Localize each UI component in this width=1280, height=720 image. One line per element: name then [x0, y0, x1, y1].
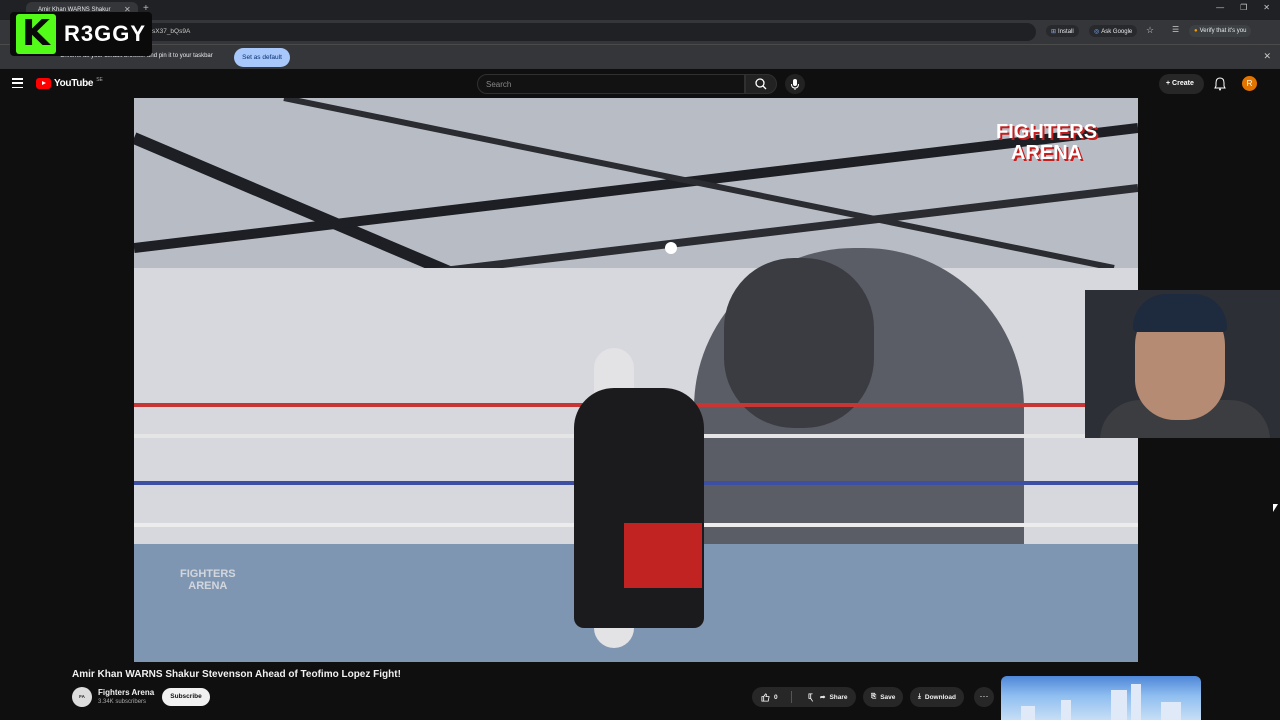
search-placeholder: Search [486, 80, 512, 89]
search-button[interactable] [745, 74, 777, 94]
minimize-icon[interactable]: — [1216, 3, 1224, 12]
download-button[interactable]: ⤓ Download [910, 687, 964, 707]
region-code: SE [96, 76, 103, 83]
infobar-close-icon[interactable]: ✕ [1263, 51, 1271, 62]
voice-search-button[interactable] [785, 74, 805, 94]
search-input[interactable]: Search [477, 74, 745, 94]
window-controls: — ❐ ✕ [1216, 3, 1270, 12]
webcam-overlay [1085, 290, 1280, 438]
verify-label: Verify that it's you [1199, 28, 1247, 34]
set-default-button[interactable]: Set as default [234, 48, 290, 67]
save-label: Save [880, 693, 896, 701]
verify-button[interactable]: ● Verify that it's you [1189, 25, 1252, 37]
subscribe-button[interactable]: Subscribe [162, 688, 210, 706]
like-button[interactable]: 0 [752, 692, 787, 702]
address-bar[interactable]: sX37_bQs9A [56, 23, 1036, 41]
youtube-play-icon [36, 78, 51, 89]
youtube-wordmark: YouTube [54, 78, 94, 89]
thumbnail-building [1021, 706, 1035, 720]
suggested-video-thumbnail[interactable] [1001, 676, 1201, 720]
thumbnail-building [1061, 700, 1071, 720]
fighters-arena-small-watermark: FIGHTERS ARENA [180, 568, 236, 592]
bookmark-star-icon[interactable]: ☆ [1146, 25, 1154, 36]
browser-tab-strip: Amir Khan WARNS Shakur ✕ + — ❐ ✕ [0, 0, 1280, 20]
notifications-bell-icon[interactable] [1214, 77, 1226, 91]
close-window-icon[interactable]: ✕ [1263, 3, 1270, 12]
tab-search-icon[interactable]: ☰ [1172, 25, 1179, 34]
ask-google-label: Ask Google [1101, 29, 1133, 35]
like-count: 0 [773, 693, 778, 701]
thumbnail-building [1161, 702, 1181, 720]
download-label: Download [924, 693, 956, 701]
create-button[interactable]: + Create [1159, 74, 1204, 94]
thumbnail-building [1131, 684, 1141, 720]
search-icon [755, 78, 767, 90]
kick-logo-icon: K [16, 14, 56, 54]
thumbs-up-icon [761, 692, 770, 702]
lens-icon: ◎ [1094, 29, 1100, 35]
install-button[interactable]: ⊞ Install [1046, 25, 1079, 37]
streamer-name: R3GGY [64, 21, 147, 46]
webcam-person-cap [1133, 294, 1227, 332]
watermark-line-1: FIGHTERS [996, 121, 1098, 143]
share-label: Share [829, 693, 848, 701]
ask-google-button[interactable]: ◎ Ask Google [1089, 25, 1138, 37]
small-watermark-line-2: ARENA [188, 580, 228, 592]
save-button[interactable]: ⎘ Save [863, 687, 904, 707]
channel-name[interactable]: Fighters Arena [98, 688, 154, 697]
address-bar-url: sX37_bQs9A [152, 28, 191, 35]
stream-logo-overlay: K R3GGY [10, 12, 152, 56]
create-label: Create [1172, 80, 1194, 87]
boxer-red-shorts [624, 523, 702, 588]
profile-alert-icon: ● [1194, 28, 1198, 34]
account-avatar[interactable]: R [1242, 76, 1257, 91]
install-label: Install [1058, 29, 1074, 35]
microphone-icon [791, 79, 799, 90]
save-icon: ⎘ [871, 693, 877, 700]
default-browser-infobar: Chrome as your default browser and pin i… [0, 44, 1280, 69]
small-watermark-line-1: FIGHTERS [180, 568, 236, 580]
share-button[interactable]: ➦ Share [812, 687, 856, 707]
youtube-header: YouTube SE Search + Create R [0, 70, 1280, 98]
restore-icon[interactable]: ❐ [1240, 3, 1247, 12]
mouse-cursor-icon [1273, 504, 1278, 512]
like-divider [790, 691, 792, 703]
install-icon: ⊞ [1051, 29, 1057, 35]
watermark-line-2: ARENA [1011, 142, 1083, 164]
video-title: Amir Khan WARNS Shakur Stevenson Ahead o… [72, 669, 401, 680]
thumbnail-building [1111, 690, 1127, 720]
subscriber-count: 3.34K subscribers [98, 699, 147, 705]
share-icon: ➦ [820, 694, 826, 701]
channel-avatar[interactable]: FA [72, 687, 92, 707]
browser-toolbar: sX37_bQs9A [0, 20, 1280, 44]
boxer-black [574, 388, 704, 628]
fighters-arena-watermark: FIGHTERS ARENA [996, 122, 1097, 164]
download-icon: ⤓ [918, 693, 921, 700]
video-player[interactable]: FIGHTERS ARENA FIGHTERS ARENA [134, 98, 1138, 662]
more-actions-icon[interactable]: ⋯ [974, 687, 994, 707]
menu-icon[interactable] [12, 78, 23, 88]
youtube-logo[interactable]: YouTube SE [36, 76, 103, 89]
